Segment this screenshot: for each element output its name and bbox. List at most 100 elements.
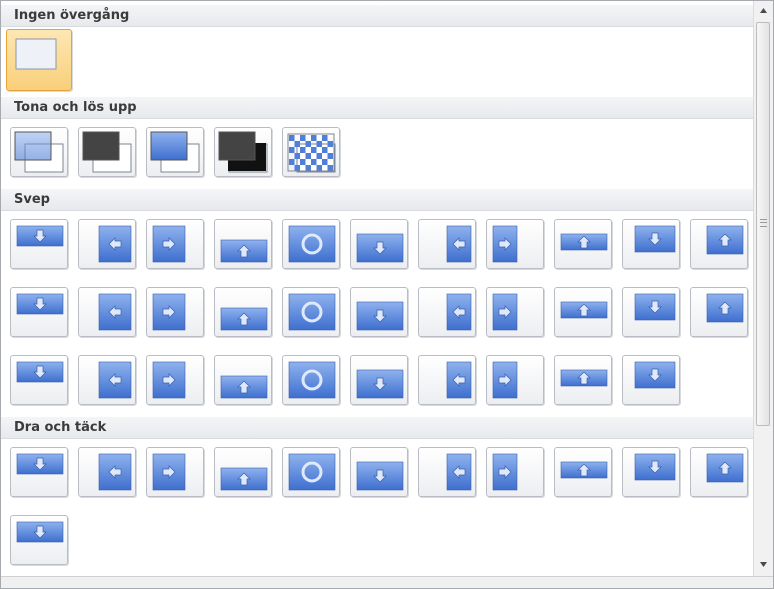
transition-thumbnail-icon [220, 375, 268, 399]
transition-none-1[interactable] [6, 29, 72, 91]
transition-wipe-32[interactable] [622, 355, 680, 405]
transition-thumbnail-icon [288, 453, 336, 491]
transition-thumbnail-icon [446, 225, 472, 263]
transition-fade-5[interactable] [282, 127, 340, 177]
transition-thumbnail-icon [288, 361, 336, 399]
transition-thumbnail-icon [98, 225, 132, 263]
transition-thumbnail-icon [288, 225, 336, 263]
transition-thumbnail-icon [16, 293, 64, 315]
transition-thumbnail-icon [220, 467, 268, 491]
transition-thumbnail-icon [492, 361, 518, 399]
transition-thumbnail-icon [152, 293, 186, 331]
gallery-content: Ingen övergång Tona och lös upp Svep Dra… [1, 1, 754, 576]
scroll-thumb[interactable] [756, 22, 770, 426]
transition-push-5[interactable] [282, 447, 340, 497]
transition-thumbnail-icon [446, 453, 472, 491]
transition-push-12[interactable] [10, 515, 68, 565]
transition-gallery: Ingen övergång Tona och lös upp Svep Dra… [0, 0, 774, 589]
transition-wipe-13[interactable] [78, 287, 136, 337]
transition-thumbnail-icon [152, 225, 186, 263]
transition-wipe-22[interactable] [690, 287, 748, 337]
transition-wipe-29[interactable] [418, 355, 476, 405]
transition-fade-3[interactable] [146, 127, 204, 177]
transition-thumbnail-icon [356, 369, 404, 399]
transition-push-10[interactable] [622, 447, 680, 497]
transition-thumbnail-icon [16, 453, 64, 475]
transition-thumbnail-icon [706, 293, 744, 323]
transition-fade-2[interactable] [78, 127, 136, 177]
section-header-none: Ingen övergång [1, 5, 754, 27]
transition-thumbnail-icon [492, 453, 518, 491]
transition-wipe-11[interactable] [690, 219, 748, 269]
transition-wipe-23[interactable] [10, 355, 68, 405]
transition-thumbnail-icon [98, 361, 132, 399]
transition-thumbnail-icon [16, 361, 64, 383]
triangle-down-icon[interactable] [757, 557, 770, 571]
transition-wipe-31[interactable] [554, 355, 612, 405]
transition-wipe-25[interactable] [146, 355, 204, 405]
transition-wipe-2[interactable] [78, 219, 136, 269]
transition-wipe-9[interactable] [554, 219, 612, 269]
transition-thumbnail-icon [287, 133, 336, 173]
transition-thumbnail-icon [356, 301, 404, 331]
transition-thumbnail-icon [706, 453, 744, 483]
transition-wipe-24[interactable] [78, 355, 136, 405]
transition-wipe-21[interactable] [622, 287, 680, 337]
transition-push-11[interactable] [690, 447, 748, 497]
transition-wipe-27[interactable] [282, 355, 340, 405]
transition-push-1[interactable] [10, 447, 68, 497]
transition-thumbnail-icon [150, 131, 200, 173]
transition-wipe-6[interactable] [350, 219, 408, 269]
transition-wipe-5[interactable] [282, 219, 340, 269]
transition-fade-4[interactable] [214, 127, 272, 177]
section-header-fade: Tona och lös upp [1, 97, 754, 119]
transition-thumbnail-icon [15, 38, 57, 70]
transition-thumbnail-icon [560, 461, 608, 479]
vertical-scrollbar[interactable] [753, 1, 773, 576]
transition-push-2[interactable] [78, 447, 136, 497]
transition-wipe-8[interactable] [486, 219, 544, 269]
transition-thumbnail-icon [98, 453, 132, 491]
transition-push-4[interactable] [214, 447, 272, 497]
transition-thumbnail-icon [706, 225, 744, 255]
transition-push-9[interactable] [554, 447, 612, 497]
transition-wipe-28[interactable] [350, 355, 408, 405]
transition-push-6[interactable] [350, 447, 408, 497]
transition-thumbnail-icon [560, 301, 608, 319]
transition-wipe-10[interactable] [622, 219, 680, 269]
transition-wipe-18[interactable] [418, 287, 476, 337]
transition-wipe-1[interactable] [10, 219, 68, 269]
transition-thumbnail-icon [446, 361, 472, 399]
transition-wipe-16[interactable] [282, 287, 340, 337]
transition-thumbnail-icon [634, 453, 676, 481]
transition-thumbnail-icon [634, 361, 676, 389]
transition-push-7[interactable] [418, 447, 476, 497]
transition-wipe-3[interactable] [146, 219, 204, 269]
transition-wipe-30[interactable] [486, 355, 544, 405]
transition-wipe-12[interactable] [10, 287, 68, 337]
section-header-push: Dra och täck [1, 417, 754, 439]
transition-thumbnail-icon [356, 461, 404, 491]
transition-wipe-7[interactable] [418, 219, 476, 269]
transition-wipe-17[interactable] [350, 287, 408, 337]
transition-wipe-15[interactable] [214, 287, 272, 337]
transition-thumbnail-icon [16, 225, 64, 247]
transition-wipe-20[interactable] [554, 287, 612, 337]
resize-bar[interactable] [1, 576, 773, 588]
transition-thumbnail-icon [288, 293, 336, 331]
transition-push-3[interactable] [146, 447, 204, 497]
transition-thumbnail-icon [98, 293, 132, 331]
transition-wipe-19[interactable] [486, 287, 544, 337]
transition-wipe-14[interactable] [146, 287, 204, 337]
transition-thumbnail-icon [356, 233, 404, 263]
transition-wipe-4[interactable] [214, 219, 272, 269]
transition-thumbnail-icon [16, 521, 64, 543]
transition-wipe-26[interactable] [214, 355, 272, 405]
transition-thumbnail-icon [152, 361, 186, 399]
grip-icon [760, 219, 767, 227]
transition-fade-1[interactable] [10, 127, 68, 177]
transition-push-8[interactable] [486, 447, 544, 497]
transition-thumbnail-icon [82, 131, 132, 173]
triangle-up-icon[interactable] [757, 4, 770, 18]
transition-thumbnail-icon [218, 131, 268, 173]
